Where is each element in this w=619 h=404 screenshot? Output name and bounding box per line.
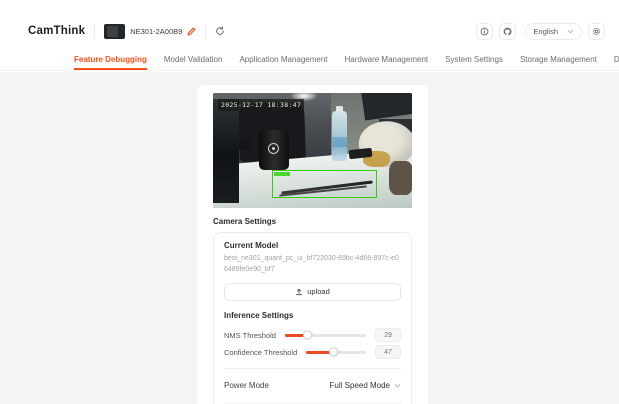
language-select[interactable]: English: [525, 23, 582, 40]
desk-clutter: [389, 161, 412, 195]
nms-threshold-row: NMS Threshold 29: [224, 327, 401, 344]
mug-logo: [268, 143, 279, 154]
tab-bar: Feature Debugging Model Validation Appli…: [0, 48, 619, 71]
current-model-label: Current Model: [224, 241, 401, 250]
water-bottle: [332, 111, 347, 161]
power-mode-select[interactable]: Full Speed Mode: [330, 381, 401, 390]
camera-settings-title: Camera Settings: [213, 217, 412, 226]
device-name: NE301-2A00B9: [130, 27, 182, 36]
camera-settings-card: Current Model best_ne301_quant_pc_ui_bf7…: [213, 232, 412, 404]
upload-button[interactable]: upload: [224, 283, 401, 301]
device-thumbnail: [104, 24, 125, 39]
power-mode-row: Power Mode Full Speed Mode: [224, 376, 401, 396]
brand-logo: CamThink: [28, 25, 85, 37]
settings-button[interactable]: [588, 23, 605, 40]
detection-label: [274, 172, 290, 176]
nms-threshold-value-input[interactable]: 29: [375, 328, 401, 342]
tab-hardware-management[interactable]: Hardware Management: [345, 48, 429, 70]
confidence-threshold-slider[interactable]: [306, 348, 366, 357]
coffee-mug: [259, 130, 289, 170]
header: CamThink NE301-2A00B9 English: [0, 0, 619, 48]
refresh-icon[interactable]: [215, 26, 225, 36]
tab-model-validation[interactable]: Model Validation: [164, 48, 223, 70]
current-model-name: best_ne301_quant_pc_ui_bf722030-89bc-4d6…: [224, 254, 402, 276]
upload-button-label: upload: [307, 287, 330, 296]
github-button[interactable]: [499, 23, 516, 40]
content-area: 2025-12-17 18:38:47 Camera Settings Curr…: [0, 72, 619, 404]
slider-knob[interactable]: [303, 331, 312, 340]
upload-icon: [295, 288, 303, 296]
confidence-threshold-row: Confidence Threshold 47: [224, 344, 401, 361]
confidence-threshold-label: Confidence Threshold: [224, 348, 297, 357]
header-divider: [94, 24, 95, 38]
tab-feature-debugging[interactable]: Feature Debugging: [74, 48, 147, 70]
tab-storage-management[interactable]: Storage Management: [520, 48, 597, 70]
tab-device-information[interactable]: Device Information: [614, 48, 619, 70]
tab-application-management[interactable]: Application Management: [239, 48, 327, 70]
confidence-threshold-value-input[interactable]: 47: [375, 345, 401, 359]
nms-threshold-slider[interactable]: [285, 331, 366, 340]
slider-fill: [306, 351, 334, 354]
detection-bounding-box: [272, 170, 377, 198]
power-mode-value: Full Speed Mode: [330, 381, 390, 390]
slider-track: [306, 351, 366, 354]
edit-device-name-icon[interactable]: [187, 27, 196, 36]
main-panel: 2025-12-17 18:38:47 Camera Settings Curr…: [197, 85, 428, 404]
gear-icon: [592, 27, 601, 36]
nms-threshold-label: NMS Threshold: [224, 331, 276, 340]
slider-fill: [285, 334, 308, 337]
device-selector[interactable]: NE301-2A00B9: [104, 24, 196, 39]
slider-track: [285, 334, 366, 337]
chevron-down-icon: [394, 382, 401, 389]
row-divider: [224, 368, 401, 369]
info-button[interactable]: [476, 23, 493, 40]
language-value: English: [533, 27, 558, 36]
github-icon: [503, 27, 512, 36]
tab-system-settings[interactable]: System Settings: [445, 48, 503, 70]
app-window: CamThink NE301-2A00B9 English Feature: [0, 0, 619, 404]
camera-timestamp-overlay: 2025-12-17 18:38:47: [218, 99, 304, 111]
info-icon: [480, 27, 489, 36]
dark-left-objects: [213, 99, 239, 203]
bottle-label: [332, 137, 347, 147]
chevron-down-icon: [567, 28, 574, 35]
header-divider: [205, 24, 206, 38]
power-mode-label: Power Mode: [224, 381, 269, 390]
slider-knob[interactable]: [329, 348, 338, 357]
inference-settings-title: Inference Settings: [224, 311, 401, 320]
camera-preview: 2025-12-17 18:38:47: [213, 93, 412, 208]
